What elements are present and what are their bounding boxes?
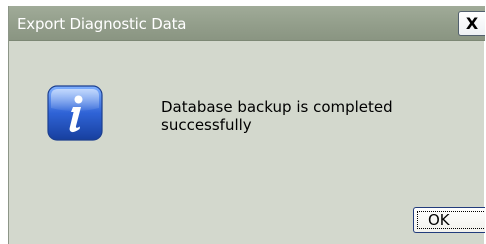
info-icon: [47, 85, 103, 141]
ok-button[interactable]: OK: [413, 207, 485, 233]
dialog-title: Export Diagnostic Data: [17, 15, 187, 33]
dialog-titlebar[interactable]: Export Diagnostic Data X: [9, 6, 485, 41]
dialog-message: Database backup is completed successfull…: [161, 98, 393, 134]
close-button[interactable]: X: [458, 11, 485, 36]
ok-button-label: OK: [428, 211, 450, 229]
export-diagnostic-dialog: Export Diagnostic Data X Database backup…: [8, 6, 485, 244]
